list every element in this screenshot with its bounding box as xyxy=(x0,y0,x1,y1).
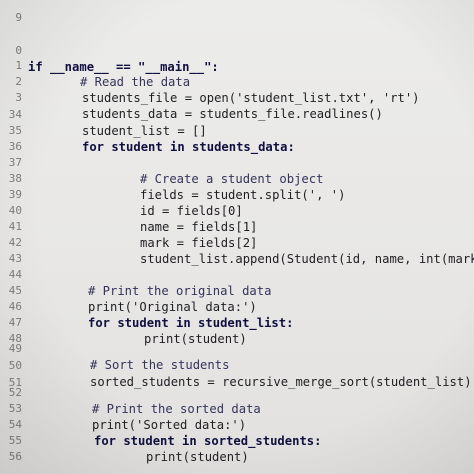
code-line: 9 xyxy=(0,0,474,24)
code-line: 44 # Print the original data xyxy=(0,251,474,298)
code-line: 3 students_data = students_file.readline… xyxy=(0,74,474,121)
code-line: 35 for student in students_data: xyxy=(0,107,474,154)
code-line: 45 print('Original data:') xyxy=(0,267,474,314)
code-line: 50 sorted_students = recursive_merge_sor… xyxy=(0,342,474,389)
code-line: 0 if __name__ == "__main__": xyxy=(0,27,474,74)
code-line: 36 xyxy=(0,123,474,153)
code-line: 47 print(student) xyxy=(0,299,474,346)
line-number: 56 xyxy=(8,450,22,463)
code-text: print(student) xyxy=(146,450,249,464)
code-line: 49 # Sort the students xyxy=(0,325,474,372)
code-editor: 9 0 if __name__ == "__main__": 1 # Read … xyxy=(0,0,474,474)
photo-of-screen: 9 0 if __name__ == "__main__": 1 # Read … xyxy=(0,0,474,474)
line-number: 9 xyxy=(15,11,22,24)
code-line: 40 name = fields[1] xyxy=(0,187,474,234)
code-line: 55 print(student) xyxy=(0,417,474,464)
code-line: 53 print('Sorted data:') xyxy=(0,385,474,432)
code-line: 38 fields = student.split(', ') xyxy=(0,155,474,202)
code-line: 42 student_list.append(Student(id, name,… xyxy=(0,219,474,266)
code-line: 46 for student in student_list: xyxy=(0,283,474,330)
code-line: 1 # Read the data xyxy=(0,42,474,89)
code-line: 34 student_list = [] xyxy=(0,91,474,138)
code-line: 43 xyxy=(0,235,474,265)
code-line: 56 xyxy=(0,433,474,463)
code-line: 39 id = fields[0] xyxy=(0,171,474,218)
code-line: 54 for student in sorted_students: xyxy=(0,401,474,448)
code-line: 2 students_file = open('student_list.txt… xyxy=(0,58,474,105)
code-line: 37 # Create a student object xyxy=(0,139,474,186)
code-line: 41 mark = fields[2] xyxy=(0,203,474,250)
code-line: 52 # Print the sorted data xyxy=(0,369,474,416)
